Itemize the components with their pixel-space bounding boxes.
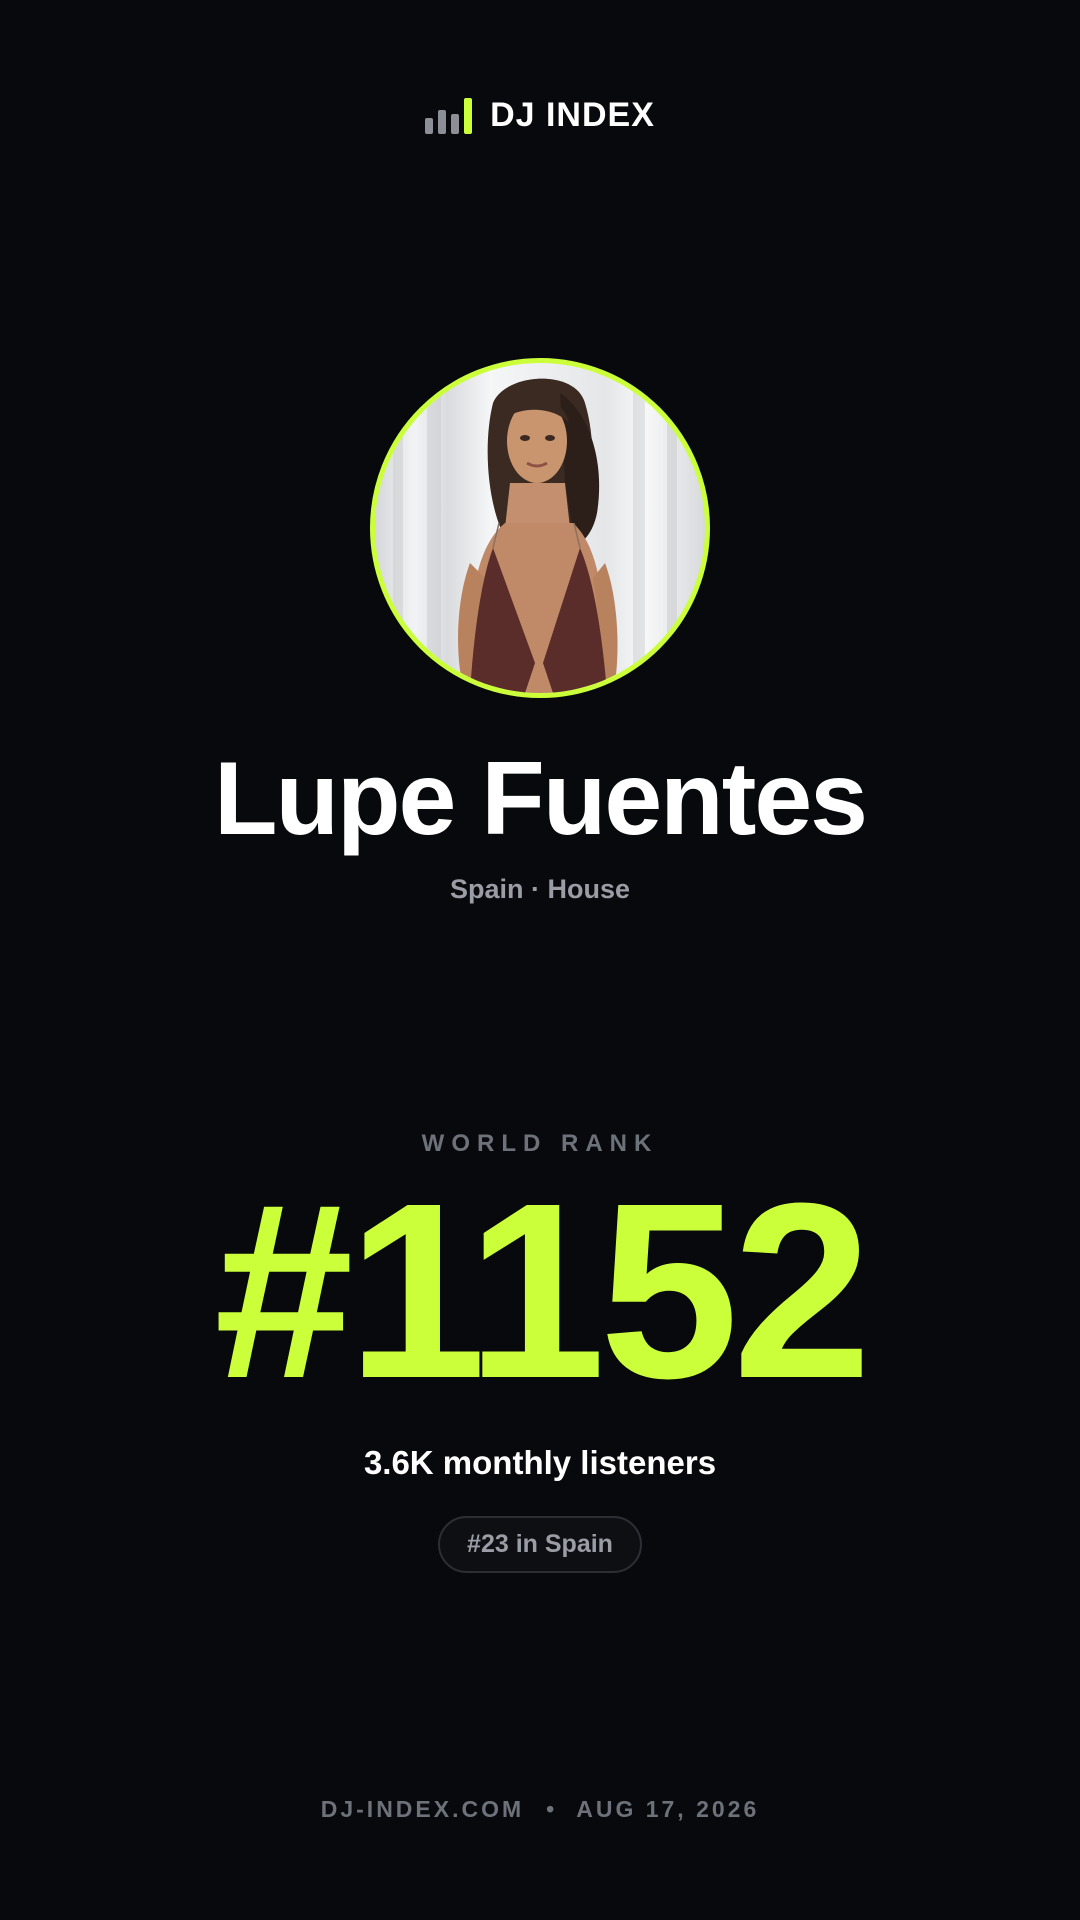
footer-date: AUG 17, 2026 bbox=[576, 1796, 760, 1822]
country-rank-wrapper: #23 in Spain bbox=[0, 1516, 1080, 1573]
artist-name: Lupe Fuentes bbox=[213, 741, 868, 857]
artist-avatar bbox=[370, 358, 710, 698]
artist-meta: Spain · House bbox=[449, 874, 631, 904]
bar-chart-icon bbox=[425, 97, 473, 134]
brand-logo: DJ INDEX bbox=[0, 96, 1080, 135]
country-rank-badge: #23 in Spain bbox=[438, 1516, 642, 1573]
artist-photo bbox=[393, 363, 677, 693]
footer: DJ-INDEX.COM • AUG 17, 2026 bbox=[0, 1796, 1080, 1823]
footer-site: DJ-INDEX.COM bbox=[320, 1796, 525, 1822]
footer-separator: • bbox=[546, 1796, 555, 1822]
brand-name: DJ INDEX bbox=[490, 96, 655, 134]
monthly-listeners: 3.6K monthly listeners bbox=[363, 1444, 717, 1481]
world-rank-value: #1152 bbox=[214, 1151, 871, 1430]
